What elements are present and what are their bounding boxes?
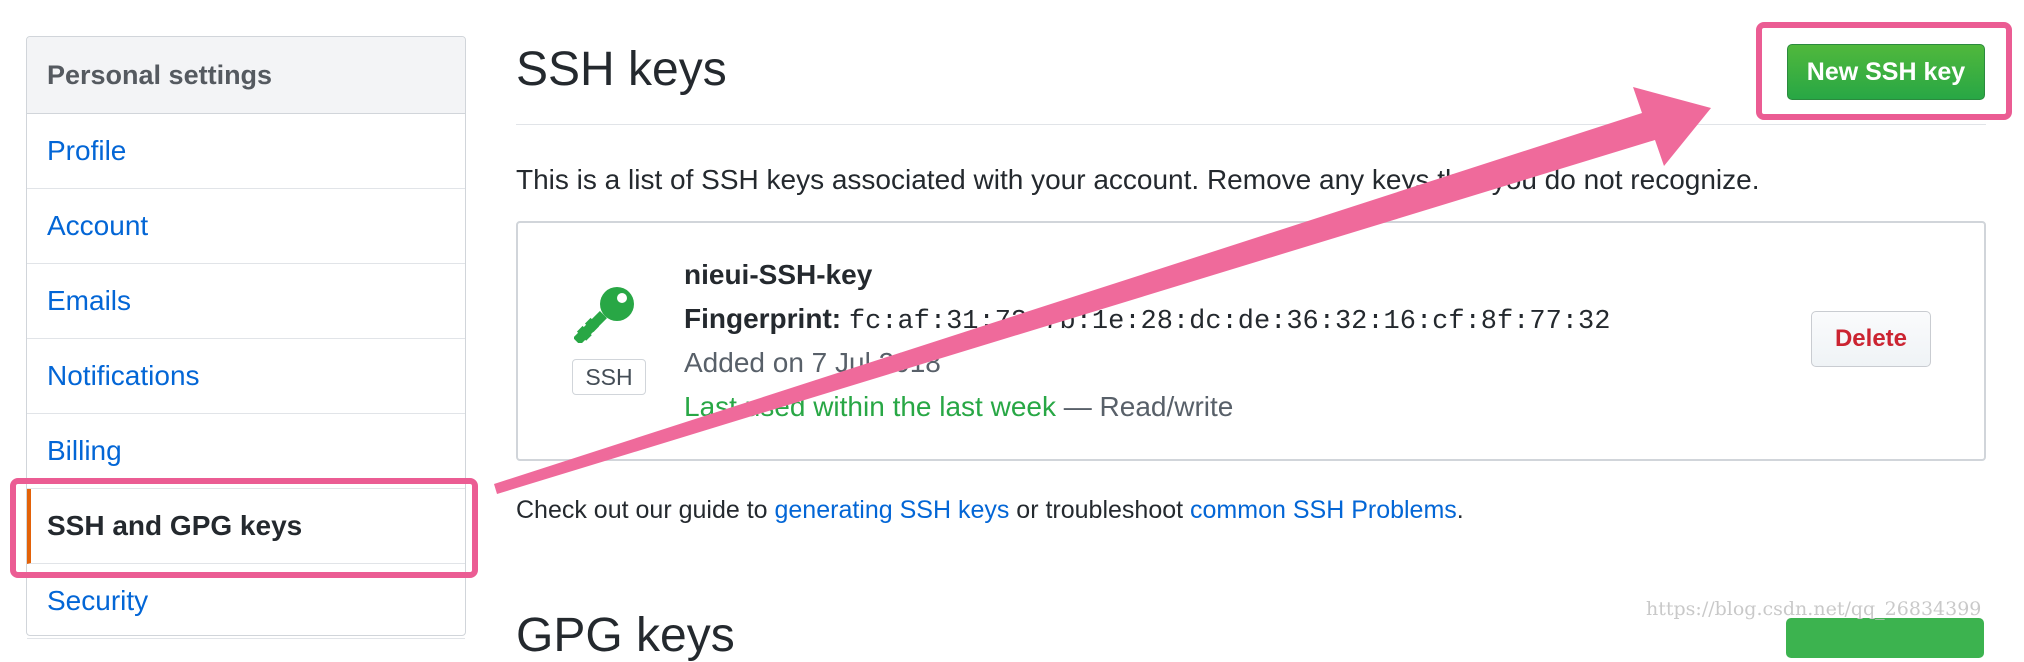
ssh-type-label: SSH bbox=[572, 359, 646, 395]
sidebar-item-ssh-gpg-keys[interactable]: SSH and GPG keys bbox=[27, 489, 465, 564]
intro-text: This is a list of SSH keys associated wi… bbox=[516, 164, 1760, 195]
guide-prefix: Check out our guide to bbox=[516, 496, 775, 524]
added-date: Added on 7 Jul 2018 bbox=[684, 347, 941, 378]
fingerprint-label: Fingerprint: bbox=[684, 303, 842, 334]
sidebar-header: Personal settings bbox=[27, 37, 465, 114]
guide-suffix: . bbox=[1456, 496, 1464, 524]
access-level: — Read/write bbox=[1055, 391, 1234, 422]
new-ssh-key-button[interactable]: New SSH key bbox=[1787, 44, 1985, 100]
sidebar-item-account[interactable]: Account bbox=[27, 189, 465, 264]
fingerprint-value: fc:af:31:73:7b:1e:28:dc:de:36:32:16:cf:8… bbox=[848, 307, 1611, 337]
gpg-keys-title: GPG keys bbox=[516, 609, 735, 662]
sidebar-item-profile[interactable]: Profile bbox=[27, 114, 465, 189]
common-ssh-problems-link[interactable]: common SSH Problems bbox=[1190, 496, 1457, 524]
sidebar-item-security[interactable]: Security bbox=[27, 564, 465, 639]
sidebar-item-emails[interactable]: Emails bbox=[27, 264, 465, 339]
title-divider bbox=[516, 124, 1986, 125]
page-title: SSH keys bbox=[516, 43, 727, 96]
new-gpg-key-button[interactable] bbox=[1786, 618, 1984, 658]
watermark: https://blog.csdn.net/qq_26834399 bbox=[1646, 598, 1982, 620]
key-icon bbox=[574, 287, 634, 343]
guide-middle: or troubleshoot bbox=[1009, 496, 1191, 524]
key-name: nieui-SSH-key bbox=[684, 259, 873, 290]
sidebar-item-billing[interactable]: Billing bbox=[27, 414, 465, 489]
ssh-key-item: SSH nieui-SSH-key Fingerprint: fc:af:31:… bbox=[516, 221, 1986, 461]
fingerprint-row: Fingerprint: fc:af:31:73:7b:1e:28:dc:de:… bbox=[684, 303, 1610, 337]
delete-key-button[interactable]: Delete bbox=[1811, 311, 1931, 367]
guide-text: Check out our guide to generating SSH ke… bbox=[516, 496, 1464, 525]
generating-ssh-keys-link[interactable]: generating SSH keys bbox=[775, 496, 1010, 524]
last-used: Last used within the last week — Read/wr… bbox=[684, 391, 1233, 423]
last-used-text: Last used within the last week bbox=[684, 391, 1056, 422]
settings-sidebar: Personal settings Profile Account Emails… bbox=[26, 36, 466, 639]
sidebar-item-notifications[interactable]: Notifications bbox=[27, 339, 465, 414]
